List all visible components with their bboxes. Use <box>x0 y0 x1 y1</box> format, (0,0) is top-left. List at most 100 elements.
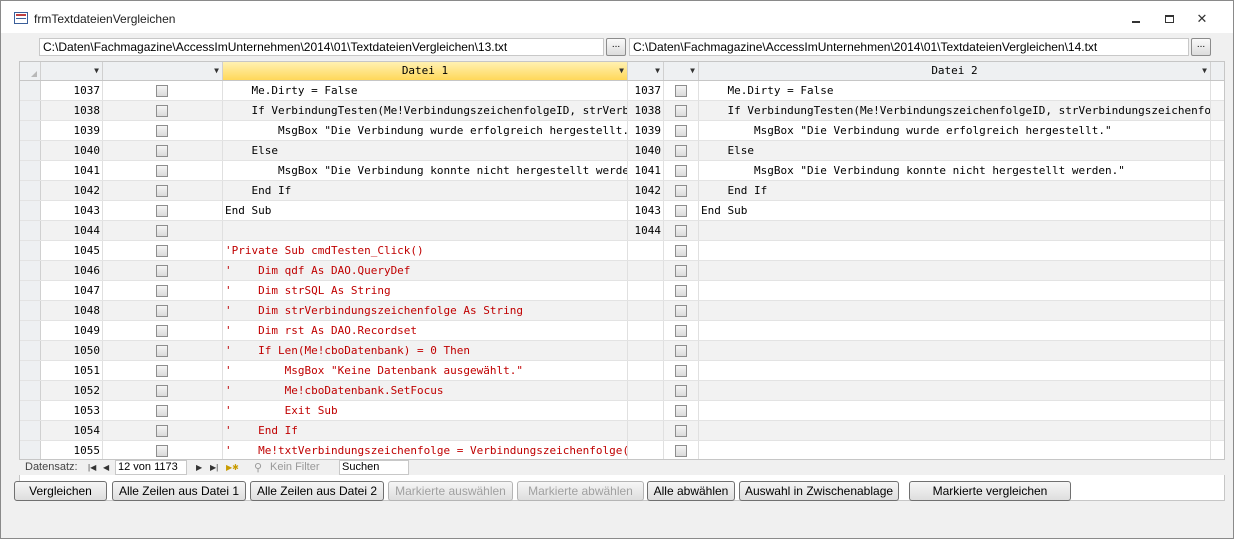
first-record-button[interactable]: |◀ <box>88 463 96 472</box>
select-checkbox-2[interactable] <box>675 305 687 317</box>
table-row[interactable]: 1054 ' End If <box>20 421 1224 441</box>
select-checkbox-2[interactable] <box>675 365 687 377</box>
table-row[interactable]: 1055 ' Me!txtVerbindungszeichenfolge = Ve… <box>20 441 1224 461</box>
compare-button[interactable]: Vergleichen <box>14 481 107 501</box>
row-selector[interactable] <box>20 161 41 180</box>
select-checkbox-2[interactable] <box>675 245 687 257</box>
file2-browse-button[interactable]: ... <box>1191 38 1211 56</box>
table-row[interactable]: 1051 ' MsgBox "Keine Datenbank ausgewählt… <box>20 361 1224 381</box>
last-record-button[interactable]: ▶| <box>210 463 218 472</box>
select-checkbox-2[interactable] <box>675 185 687 197</box>
file2-line[interactable] <box>699 241 1211 260</box>
file2-line[interactable] <box>699 301 1211 320</box>
file2-line[interactable] <box>699 281 1211 300</box>
header-select-2[interactable]: ▼ <box>664 62 699 80</box>
select-checkbox-1[interactable] <box>156 405 168 417</box>
table-row[interactable]: 1041 MsgBox "Die Verbindung konnte nicht… <box>20 161 1224 181</box>
file1-line[interactable]: ' Exit Sub <box>223 401 628 420</box>
row-selector[interactable] <box>20 341 41 360</box>
file2-line[interactable] <box>699 361 1211 380</box>
row-selector[interactable] <box>20 81 41 100</box>
minimize-button[interactable] <box>1123 9 1149 29</box>
record-number-input[interactable]: 12 von 1173 <box>115 460 187 475</box>
file2-path-input[interactable]: C:\Daten\Fachmagazine\AccessImUnternehme… <box>629 38 1189 56</box>
select-checkbox-1[interactable] <box>156 305 168 317</box>
row-selector[interactable] <box>20 101 41 120</box>
all-lines-file1-button[interactable]: Alle Zeilen aus Datei 1 <box>112 481 246 501</box>
row-selector[interactable] <box>20 281 41 300</box>
file1-line[interactable]: End If <box>223 181 628 200</box>
file2-line[interactable]: End If <box>699 181 1211 200</box>
file1-line[interactable]: Me.Dirty = False <box>223 81 628 100</box>
file1-line[interactable]: ' If Len(Me!cboDatenbank) = 0 Then <box>223 341 628 360</box>
select-checkbox-1[interactable] <box>156 205 168 217</box>
table-row[interactable]: 1047 ' Dim strSQL As String <box>20 281 1224 301</box>
select-checkbox-2[interactable] <box>675 265 687 277</box>
deselect-marked-button[interactable]: Markierte abwählen <box>517 481 644 501</box>
select-checkbox-1[interactable] <box>156 225 168 237</box>
file1-line[interactable]: ' Me!txtVerbindungszeichenfolge = Verbin… <box>223 441 628 460</box>
table-row[interactable]: 1052 ' Me!cboDatenbank.SetFocus <box>20 381 1224 401</box>
file1-line[interactable]: ' Me!cboDatenbank.SetFocus <box>223 381 628 400</box>
search-input[interactable]: Suchen <box>339 460 409 475</box>
table-row[interactable]: 1039 MsgBox "Die Verbindung wurde erfolg… <box>20 121 1224 141</box>
file1-line[interactable]: End Sub <box>223 201 628 220</box>
maximize-button[interactable] <box>1156 9 1182 29</box>
table-row[interactable]: 1049 ' Dim rst As DAO.Recordset <box>20 321 1224 341</box>
select-checkbox-2[interactable] <box>675 165 687 177</box>
row-selector[interactable] <box>20 121 41 140</box>
all-lines-file2-button[interactable]: Alle Zeilen aus Datei 2 <box>250 481 384 501</box>
header-line-number-2[interactable]: ▼ <box>628 62 664 80</box>
row-selector[interactable] <box>20 141 41 160</box>
header-file2[interactable]: Datei 2 ▼ <box>699 62 1211 80</box>
row-selector[interactable] <box>20 321 41 340</box>
file1-line[interactable]: Else <box>223 141 628 160</box>
select-checkbox-1[interactable] <box>156 265 168 277</box>
select-checkbox-2[interactable] <box>675 85 687 97</box>
file1-line[interactable]: MsgBox "Die Verbindung konnte nicht herg… <box>223 161 628 180</box>
file1-line[interactable]: 'Private Sub cmdTesten_Click() <box>223 241 628 260</box>
file2-line[interactable] <box>699 441 1211 460</box>
row-selector[interactable] <box>20 401 41 420</box>
select-checkbox-1[interactable] <box>156 365 168 377</box>
select-checkbox-1[interactable] <box>156 385 168 397</box>
file2-line[interactable]: End Sub <box>699 201 1211 220</box>
select-checkbox-1[interactable] <box>156 425 168 437</box>
select-checkbox-1[interactable] <box>156 185 168 197</box>
file2-line[interactable]: Me.Dirty = False <box>699 81 1211 100</box>
select-checkbox-2[interactable] <box>675 285 687 297</box>
copy-to-clipboard-button[interactable]: Auswahl in Zwischenablage <box>739 481 899 501</box>
select-checkbox-2[interactable] <box>675 105 687 117</box>
file2-line[interactable] <box>699 341 1211 360</box>
table-row[interactable]: 1045 'Private Sub cmdTesten_Click() <box>20 241 1224 261</box>
select-checkbox-2[interactable] <box>675 425 687 437</box>
filter-status[interactable]: Kein Filter <box>270 461 320 473</box>
file2-line[interactable] <box>699 401 1211 420</box>
select-checkbox-1[interactable] <box>156 105 168 117</box>
file2-line[interactable] <box>699 321 1211 340</box>
file1-path-input[interactable]: C:\Daten\Fachmagazine\AccessImUnternehme… <box>39 38 604 56</box>
file2-line[interactable] <box>699 221 1211 240</box>
select-checkbox-1[interactable] <box>156 325 168 337</box>
previous-record-button[interactable]: ◀ <box>103 463 109 472</box>
select-checkbox-1[interactable] <box>156 165 168 177</box>
select-checkbox-1[interactable] <box>156 125 168 137</box>
select-checkbox-1[interactable] <box>156 345 168 357</box>
row-selector[interactable] <box>20 301 41 320</box>
select-marked-button[interactable]: Markierte auswählen <box>388 481 513 501</box>
select-checkbox-2[interactable] <box>675 325 687 337</box>
table-row[interactable]: 1053 ' Exit Sub <box>20 401 1224 421</box>
row-selector[interactable] <box>20 181 41 200</box>
file2-line[interactable]: If VerbindungTesten(Me!Verbindungszeiche… <box>699 101 1211 120</box>
row-selector[interactable] <box>20 221 41 240</box>
row-selector[interactable] <box>20 441 41 460</box>
file1-line[interactable]: ' End If <box>223 421 628 440</box>
select-checkbox-2[interactable] <box>675 125 687 137</box>
select-checkbox-1[interactable] <box>156 245 168 257</box>
select-checkbox-1[interactable] <box>156 285 168 297</box>
file1-line[interactable]: MsgBox "Die Verbindung wurde erfolgreich… <box>223 121 628 140</box>
row-selector[interactable] <box>20 381 41 400</box>
select-all-corner[interactable] <box>20 62 41 80</box>
file2-line[interactable]: Else <box>699 141 1211 160</box>
row-selector[interactable] <box>20 361 41 380</box>
